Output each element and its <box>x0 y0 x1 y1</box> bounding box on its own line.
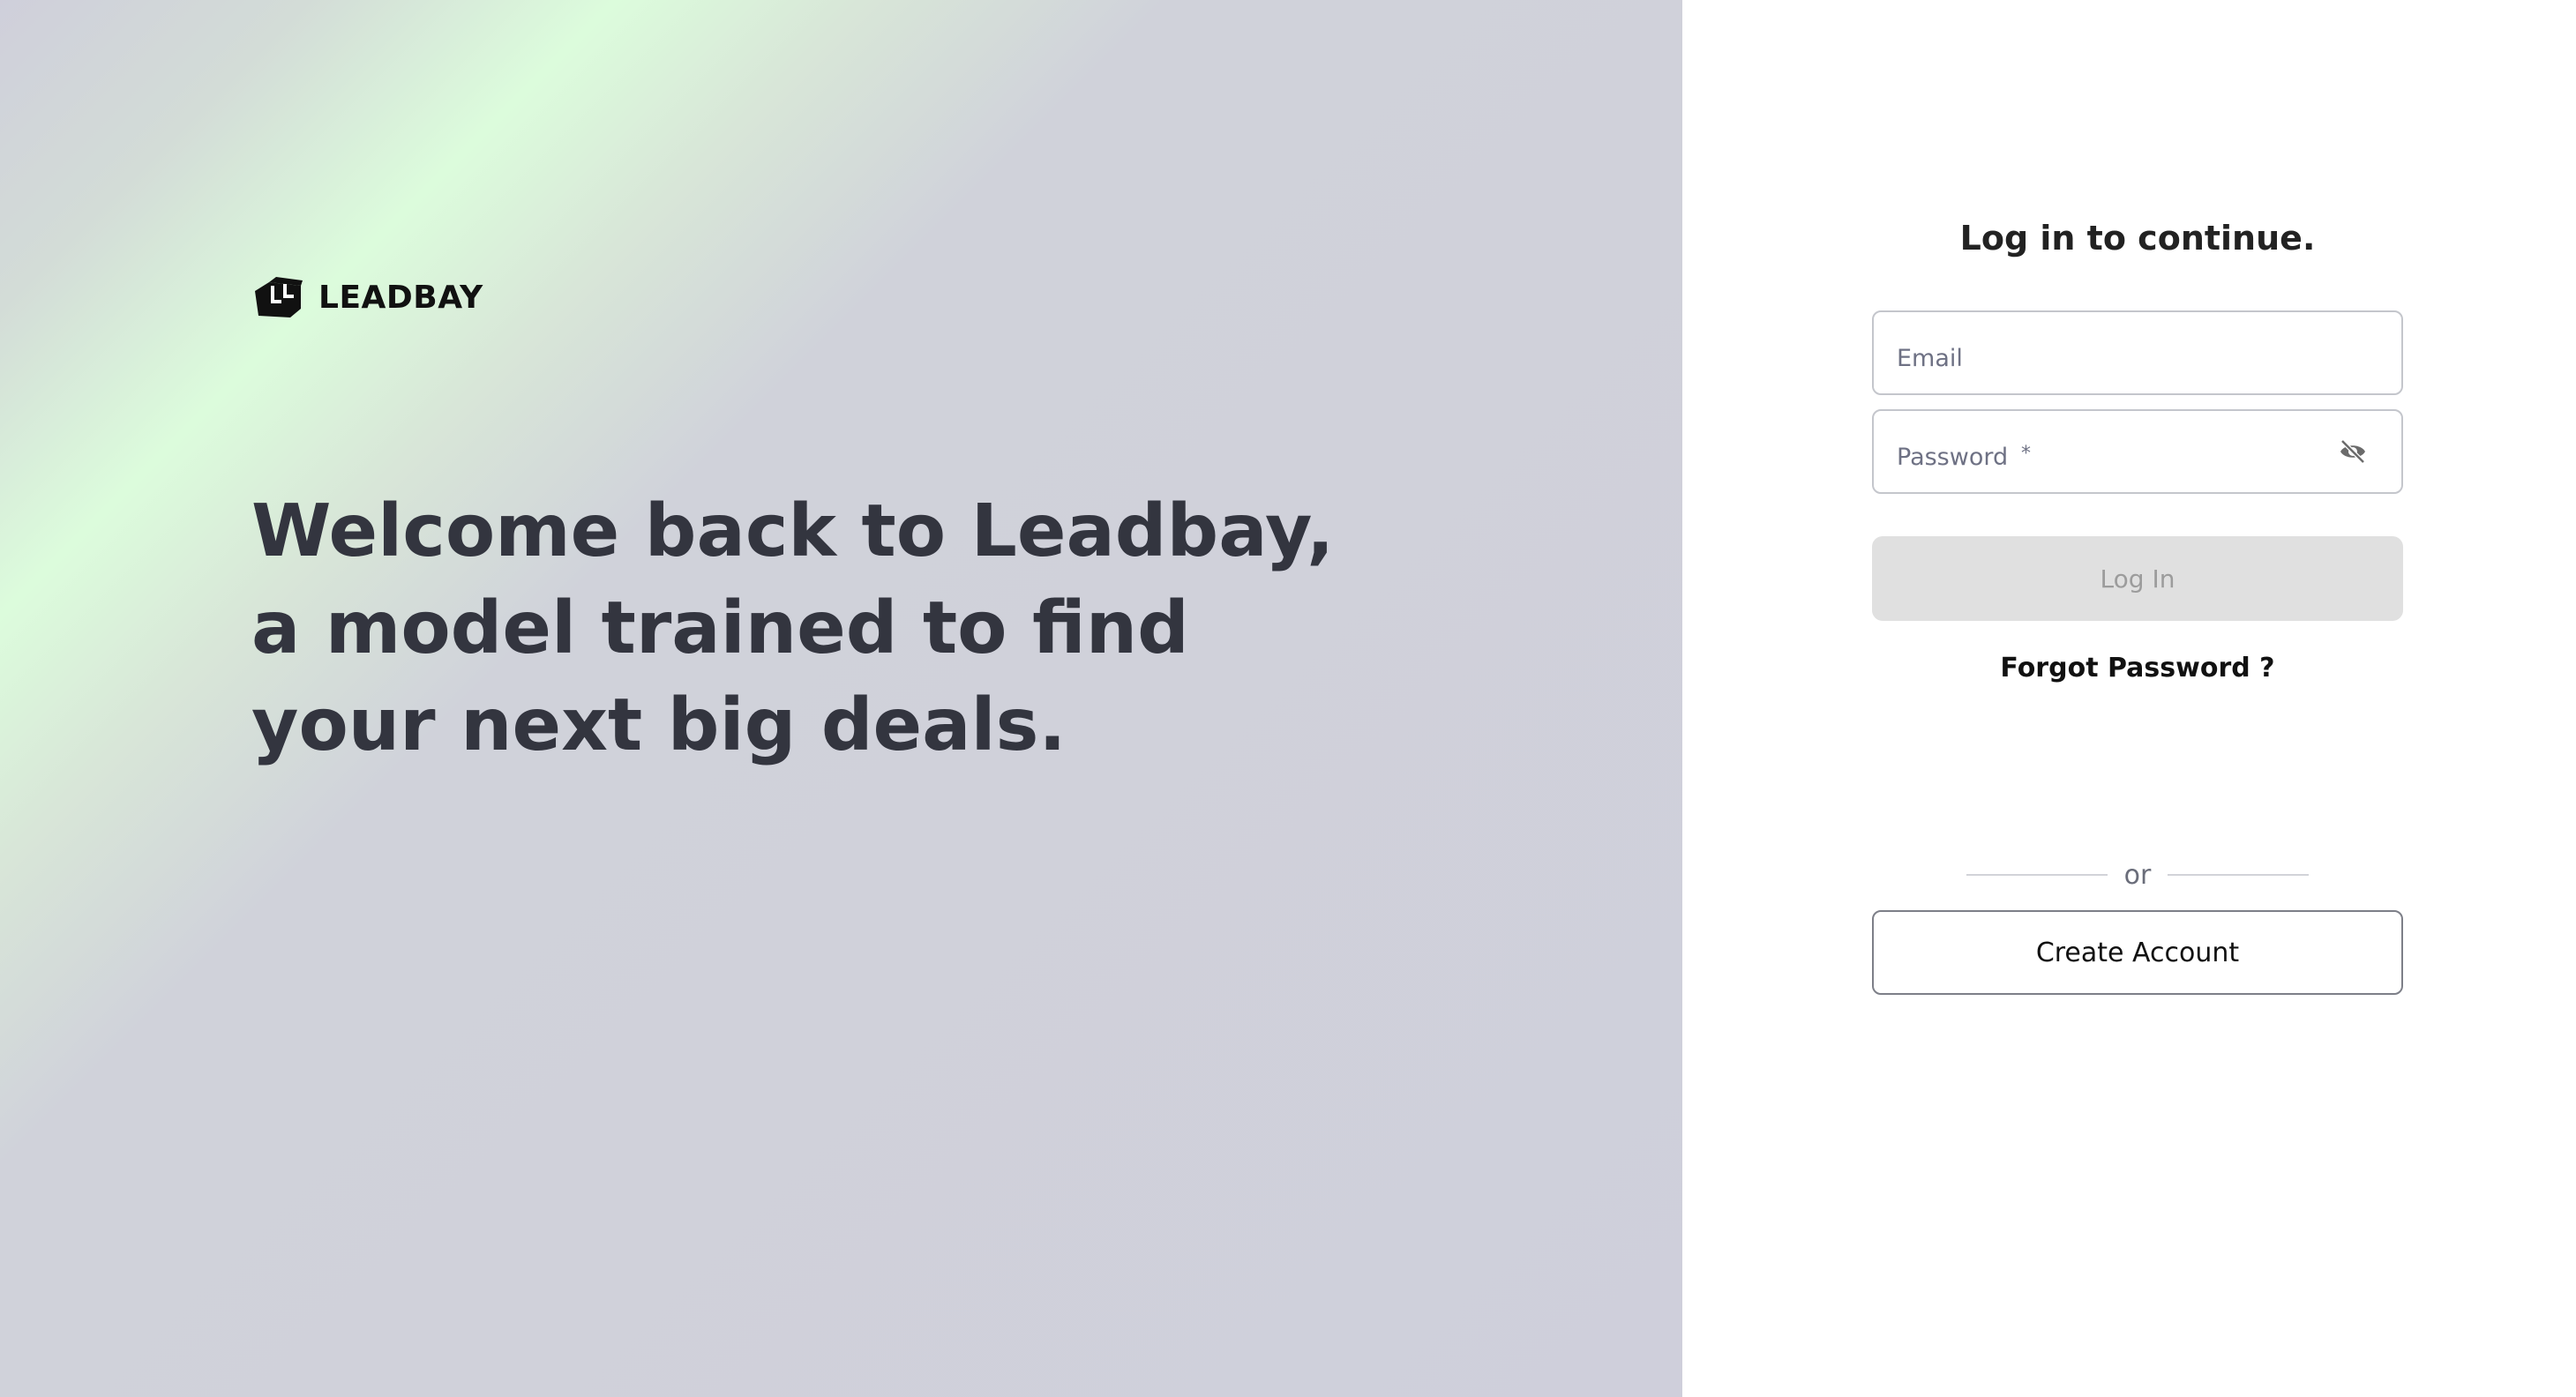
divider-line-right <box>2167 874 2309 876</box>
login-button[interactable]: Log In <box>1872 536 2403 621</box>
password-field[interactable]: * <box>1872 409 2403 494</box>
or-divider: or <box>1966 854 2309 896</box>
login-panel: Log in to continue. * Log In Forgot Pass… <box>1682 0 2576 1397</box>
headline-line-1: Welcome back to Leadbay, <box>251 489 1335 573</box>
brand-logo: LEADBAY <box>251 273 483 321</box>
welcome-headline: Welcome back to Leadbay, a model trained… <box>251 483 1335 774</box>
leadbay-cube-icon <box>255 277 303 318</box>
forgot-password-link[interactable]: Forgot Password ? <box>1872 653 2403 684</box>
login-page: LEADBAY Welcome back to Leadbay, a model… <box>0 0 2576 1397</box>
email-input[interactable] <box>1897 312 2338 393</box>
headline-line-3: your next big deals. <box>251 684 1067 767</box>
password-input[interactable] <box>1897 411 2338 492</box>
login-title: Log in to continue. <box>1959 219 2316 258</box>
brand-name: LEADBAY <box>318 279 483 316</box>
divider-text: or <box>2123 859 2152 891</box>
headline-line-2: a model trained to find <box>251 586 1189 670</box>
required-marker: * <box>2021 443 2031 465</box>
email-field[interactable] <box>1872 310 2403 395</box>
eye-off-icon[interactable] <box>2338 438 2368 465</box>
hero-panel: LEADBAY Welcome back to Leadbay, a model… <box>0 0 1682 1397</box>
divider-line-left <box>1966 874 2108 876</box>
create-account-button[interactable]: Create Account <box>1872 910 2403 995</box>
